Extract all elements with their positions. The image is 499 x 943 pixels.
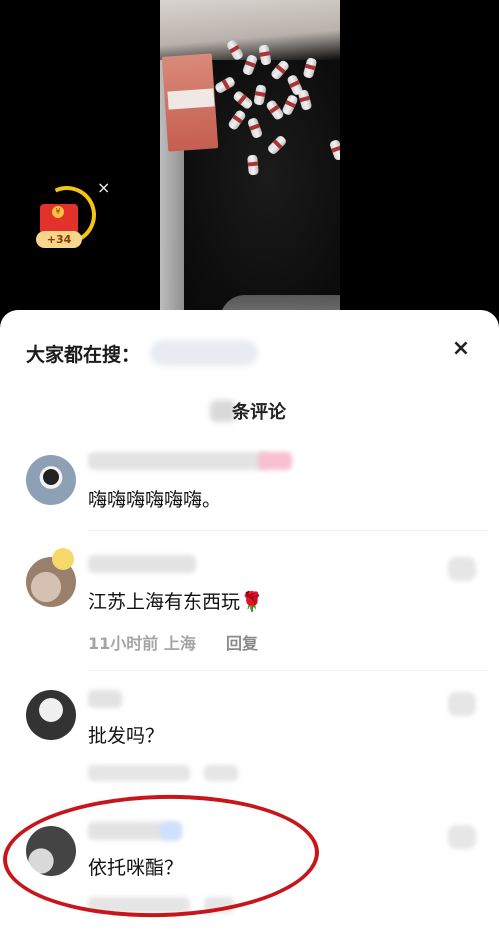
video-cash-band xyxy=(167,88,215,110)
reply-button[interactable] xyxy=(204,765,238,781)
video-vial xyxy=(246,116,264,140)
comment-username[interactable] xyxy=(88,555,196,573)
comment-time: 11小时前 上海 xyxy=(88,634,196,653)
video-vial xyxy=(213,75,237,95)
avatar[interactable] xyxy=(26,690,76,740)
hot-search-label: 大家都在搜： xyxy=(26,344,141,366)
comment-username[interactable] xyxy=(88,690,122,708)
video-cloth xyxy=(160,0,340,60)
video-vial xyxy=(227,108,247,132)
close-icon[interactable]: × xyxy=(448,336,474,362)
author-badge xyxy=(258,452,292,470)
video-vial xyxy=(266,134,288,156)
video-vial xyxy=(253,84,267,106)
comment-text: 嗨嗨嗨嗨嗨嗨。 xyxy=(88,489,222,511)
divider xyxy=(88,670,488,671)
red-packet-badge: +34 xyxy=(36,231,82,248)
comment-username[interactable] xyxy=(88,452,268,470)
like-icon[interactable] xyxy=(448,825,476,849)
divider xyxy=(88,530,488,531)
comment-text: 江苏上海有东西玩🌹 xyxy=(88,591,264,613)
red-packet-widget[interactable]: ¥ +34 xyxy=(28,177,105,254)
reply-button[interactable]: 回复 xyxy=(226,630,258,654)
comment-text: 批发吗？ xyxy=(88,725,165,747)
video-vial xyxy=(232,89,254,111)
hot-search-query[interactable] xyxy=(150,340,258,366)
video-vial xyxy=(328,138,340,162)
like-icon[interactable] xyxy=(448,692,476,716)
video-vial xyxy=(302,57,318,79)
video-player[interactable] xyxy=(0,0,499,320)
avatar[interactable] xyxy=(26,455,76,505)
video-vial xyxy=(281,93,299,117)
video-frame xyxy=(160,0,340,320)
video-vial xyxy=(297,89,313,111)
comment-meta xyxy=(88,765,190,781)
video-vial xyxy=(247,154,259,176)
red-packet-coin-icon: ¥ xyxy=(52,206,64,218)
comment-count-label: 条评论 xyxy=(232,402,286,423)
avatar-sticker xyxy=(52,548,74,570)
red-packet-close-icon[interactable]: × xyxy=(97,180,110,196)
like-icon[interactable] xyxy=(448,557,476,581)
